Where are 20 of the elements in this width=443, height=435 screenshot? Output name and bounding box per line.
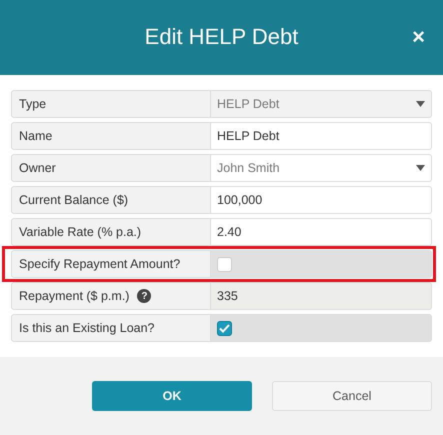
field-label: Repayment ($ p.m.) bbox=[19, 288, 130, 305]
field-label: Owner bbox=[19, 160, 56, 177]
field-label: Is this an Existing Loan? bbox=[19, 320, 154, 337]
ok-button[interactable]: OK bbox=[92, 381, 252, 411]
dialog-title: Edit HELP Debt bbox=[144, 24, 298, 50]
field-label: Variable Rate (% p.a.) bbox=[19, 224, 142, 241]
field-label: Type bbox=[19, 96, 46, 113]
input-field[interactable]: 2.40 bbox=[211, 219, 431, 245]
caret-icon bbox=[416, 165, 425, 171]
field-label: Current Balance ($) bbox=[19, 192, 128, 209]
checkbox[interactable] bbox=[217, 320, 232, 336]
input-field[interactable]: 100,000 bbox=[211, 187, 431, 213]
field-label: Name bbox=[19, 128, 52, 145]
checkbox[interactable] bbox=[217, 256, 232, 272]
cancel-button[interactable]: Cancel bbox=[272, 381, 432, 411]
select-field[interactable]: John Smith bbox=[211, 154, 432, 182]
close-button[interactable]: × bbox=[412, 26, 425, 48]
input-field[interactable]: HELP Debt bbox=[211, 123, 431, 149]
caret-icon bbox=[416, 101, 425, 107]
field-label: Specify Repayment Amount? bbox=[19, 256, 180, 273]
